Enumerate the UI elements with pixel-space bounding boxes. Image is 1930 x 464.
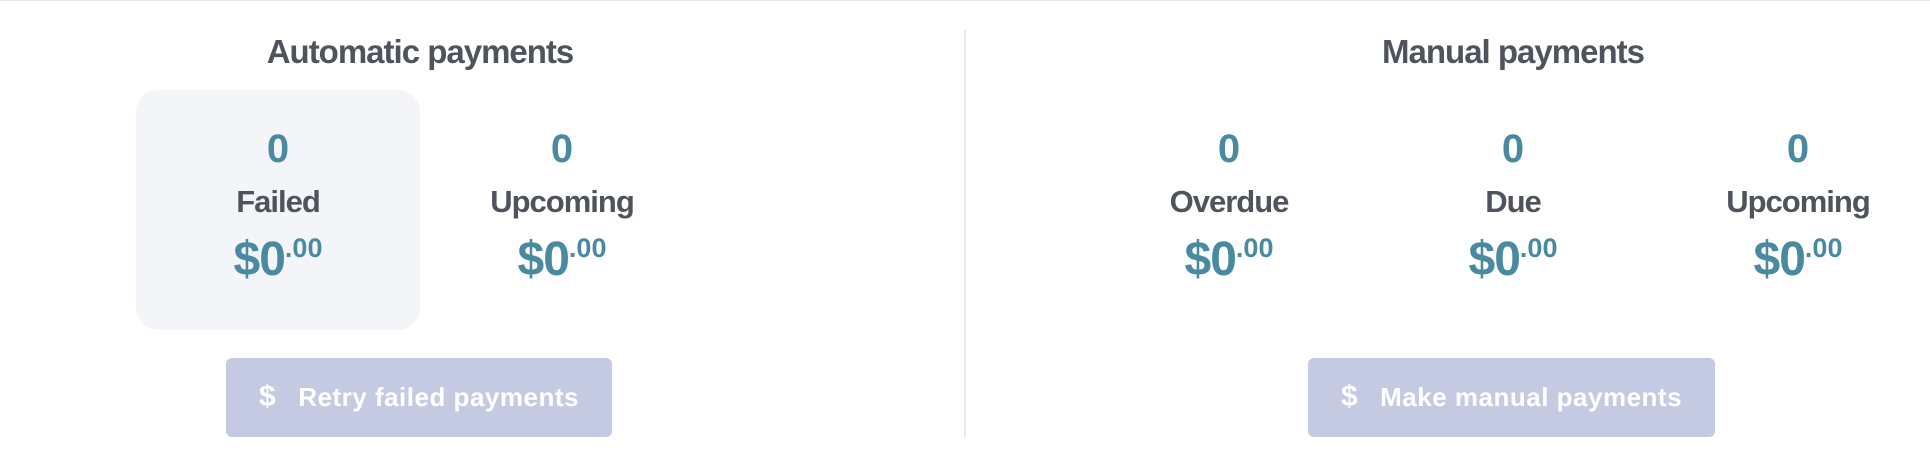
stat-manual-upcoming[interactable]: 0 Upcoming $0.00 bbox=[1656, 90, 1930, 330]
top-rule bbox=[0, 0, 1930, 1]
automatic-upcoming-label: Upcoming bbox=[490, 184, 635, 219]
overdue-count: 0 bbox=[1217, 127, 1241, 171]
retry-failed-payments-button[interactable]: $ Retry failed payments bbox=[226, 358, 612, 437]
automatic-payments-title: Automatic payments bbox=[266, 33, 575, 70]
due-count: 0 bbox=[1501, 127, 1525, 171]
stat-failed[interactable]: 0 Failed $0.00 bbox=[136, 90, 420, 330]
failed-count: 0 bbox=[266, 127, 290, 171]
dollar-icon: $ bbox=[1340, 379, 1359, 413]
due-amount: $0.00 bbox=[1468, 233, 1558, 286]
stat-overdue[interactable]: 0 Overdue $0.00 bbox=[1087, 90, 1371, 330]
manual-upcoming-count: 0 bbox=[1786, 127, 1810, 171]
stat-due[interactable]: 0 Due $0.00 bbox=[1371, 90, 1655, 330]
due-label: Due bbox=[1485, 184, 1542, 219]
automatic-upcoming-count: 0 bbox=[550, 127, 574, 171]
overdue-label: Overdue bbox=[1169, 184, 1290, 219]
section-divider bbox=[964, 30, 966, 437]
manual-upcoming-label: Upcoming bbox=[1726, 184, 1871, 219]
failed-label: Failed bbox=[236, 184, 321, 219]
failed-amount: $0.00 bbox=[233, 233, 323, 286]
retry-failed-payments-label: Retry failed payments bbox=[298, 382, 579, 412]
dollar-icon: $ bbox=[259, 379, 277, 413]
make-manual-payments-label: Make manual payments bbox=[1380, 382, 1683, 412]
automatic-upcoming-amount: $0.00 bbox=[517, 233, 607, 286]
manual-upcoming-amount: $0.00 bbox=[1753, 233, 1843, 286]
payments-overview: Automatic payments 0 Failed $0.00 0 Upco… bbox=[0, 0, 1930, 464]
make-manual-payments-button[interactable]: $ Make manual payments bbox=[1308, 358, 1715, 437]
overdue-amount: $0.00 bbox=[1184, 233, 1274, 286]
stat-automatic-upcoming[interactable]: 0 Upcoming $0.00 bbox=[420, 90, 704, 330]
manual-payments-title: Manual payments bbox=[1382, 33, 1645, 70]
